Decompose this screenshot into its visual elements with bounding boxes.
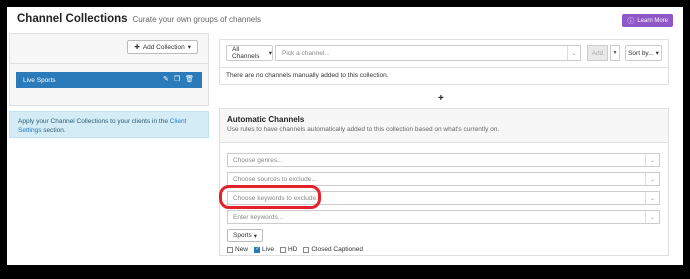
checkbox-label: Closed Captioned: [311, 246, 364, 253]
sort-label: Sort by...: [628, 49, 654, 57]
empty-message: There are no channels manually added to …: [226, 72, 389, 79]
automatic-description: Use rules to have channels automatically…: [227, 126, 500, 133]
caret-down-icon: ▾: [655, 50, 659, 57]
filter-checkboxes: New Live HD Closed Captioned: [227, 246, 363, 253]
caret-down-icon: ▾: [268, 50, 272, 57]
checkbox-box[interactable]: [303, 246, 310, 253]
automatic-title: Automatic Channels: [227, 115, 305, 124]
pick-channel-placeholder: Pick a channel...: [282, 49, 330, 57]
all-channels-dropdown[interactable]: All Channels ▾: [226, 45, 273, 61]
add-collection-button[interactable]: ✚ Add Collection ▾: [127, 40, 198, 54]
add-collection-label: Add Collection: [142, 43, 185, 51]
learn-more-label: Learn More: [637, 17, 668, 24]
sports-dropdown[interactable]: Sports ▾: [227, 229, 264, 242]
checkbox-label: New: [235, 246, 249, 253]
info-icon: ⓘ: [627, 17, 635, 25]
caret-down-icon: ▾: [187, 44, 191, 51]
sources-placeholder: Choose sources to exclude...: [233, 175, 317, 183]
checkbox-label: HD: [287, 246, 298, 253]
sports-label: Sports: [233, 232, 252, 239]
divider: [220, 67, 668, 68]
checkbox-box[interactable]: [227, 246, 233, 253]
add-options-button[interactable]: ▼: [610, 45, 620, 61]
genres-placeholder: Choose genres...: [233, 156, 283, 164]
checkbox-box-checked[interactable]: [254, 246, 261, 253]
add-rule-plus-button[interactable]: +: [438, 93, 444, 104]
trash-icon[interactable]: 🗑: [185, 75, 194, 83]
checkbox-new[interactable]: New: [227, 246, 248, 253]
checkbox-live[interactable]: Live: [254, 246, 274, 253]
red-highlight-annotation: [219, 185, 321, 209]
collections-panel: ✚ Add Collection ▾ Live Sports ✎ ❐ 🗑: [9, 33, 209, 106]
add-channel-button[interactable]: Add: [587, 45, 608, 61]
page-subtitle: Curate your own groups of channels: [132, 14, 262, 24]
divider: [10, 63, 208, 64]
caret-down-icon: ▼: [612, 50, 618, 56]
genres-select[interactable]: Choose genres... ⌄: [227, 153, 660, 167]
chevron-down-icon[interactable]: ⌄: [567, 46, 580, 60]
info-alert: Apply your Channel Collections to your c…: [9, 111, 209, 138]
automatic-channels-panel: Automatic Channels Use rules to have cha…: [219, 108, 669, 256]
chevron-down-icon[interactable]: ⌄: [645, 154, 659, 166]
edit-icon[interactable]: ✎: [163, 75, 169, 83]
checkbox-label: Live: [262, 246, 274, 253]
collection-actions: ✎ ❐ 🗑: [163, 75, 194, 83]
keywords-placeholder: Enter keywords...: [233, 213, 284, 221]
automatic-header: Automatic Channels Use rules to have cha…: [220, 109, 668, 143]
learn-more-button[interactable]: ⓘ Learn More: [622, 14, 673, 27]
collection-item-live-sports[interactable]: Live Sports ✎ ❐ 🗑: [16, 72, 202, 88]
channel-controls: All Channels ▾ Pick a channel... ⌄ Add ▼…: [226, 45, 662, 61]
keywords-input[interactable]: Enter keywords... ⌄: [227, 210, 660, 224]
all-channels-label: All Channels: [232, 46, 260, 60]
page-header: Channel Collections Curate your own grou…: [17, 13, 673, 31]
checkbox-closed-captioned[interactable]: Closed Captioned: [303, 246, 363, 253]
info-suffix: section.: [41, 127, 66, 134]
sort-by-dropdown[interactable]: Sort by... ▾: [625, 45, 662, 61]
add-icon: ✚: [134, 44, 140, 51]
page-title: Channel Collections: [17, 13, 128, 25]
chevron-down-icon[interactable]: ⌄: [645, 192, 659, 204]
chevron-down-icon[interactable]: ⌄: [645, 211, 659, 223]
info-text: Apply your Channel Collections to your c…: [18, 118, 170, 125]
collection-name: Live Sports: [23, 76, 56, 84]
add-label: Add: [591, 49, 604, 57]
checkbox-box[interactable]: [279, 246, 286, 253]
checkbox-hd[interactable]: HD: [279, 246, 298, 253]
caret-down-icon: ▾: [253, 232, 258, 240]
chevron-down-icon[interactable]: ⌄: [645, 173, 659, 185]
manual-channels-panel: All Channels ▾ Pick a channel... ⌄ Add ▼…: [219, 39, 669, 85]
pick-channel-select[interactable]: Pick a channel... ⌄: [275, 45, 581, 61]
sources-exclude-select[interactable]: Choose sources to exclude... ⌄: [227, 172, 660, 186]
copy-icon[interactable]: ❐: [174, 75, 180, 83]
